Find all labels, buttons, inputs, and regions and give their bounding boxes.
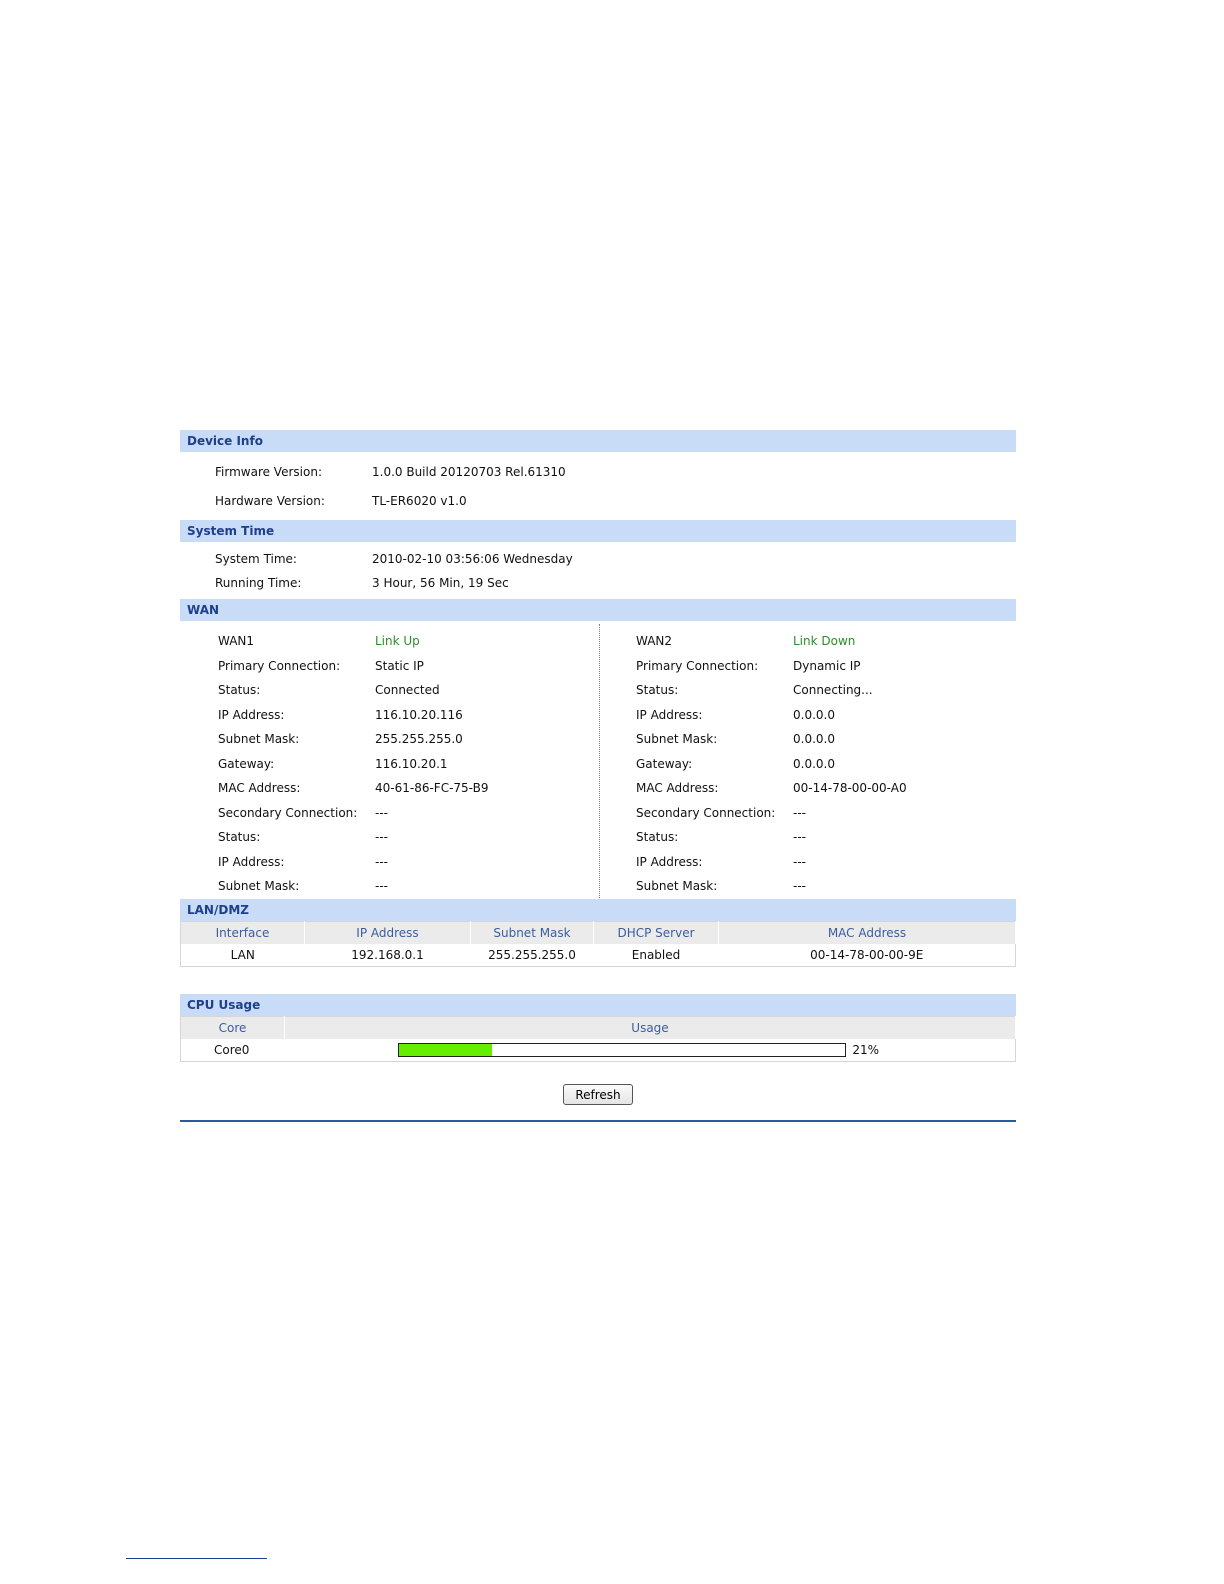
wan1-subnet-value: 255.255.255.0 [375,732,463,746]
wan1-gateway-value: 116.10.20.1 [375,757,448,771]
wan2-secondary-ip-label: IP Address: [636,855,703,869]
wan1-mac-value: 40-61-86-FC-75-B9 [375,781,489,795]
lan-dhcp-cell: Enabled [631,948,681,962]
wan1-secondary-subnet-value: --- [375,879,388,893]
device-info-header: Device Info [180,430,1016,452]
core-usage-cell: 21% [285,1039,1016,1062]
running-time-value: 3 Hour, 56 Min, 19 Sec [372,576,509,590]
wan2-primary-connection-value: Dynamic IP [793,659,861,673]
col-subnet-mask: Subnet Mask [470,921,594,944]
col-core: Core [180,1016,285,1039]
wan2-label: WAN2 [636,634,673,648]
wan1-mac-label: MAC Address: [218,781,301,795]
col-interface: Interface [180,921,305,944]
wan2-mac-value: 00-14-78-00-00-A0 [793,781,907,795]
panel-bottom-rule [180,1120,1016,1122]
firmware-version-label: Firmware Version: [215,465,322,479]
wan1-secondary-ip-label: IP Address: [218,855,285,869]
hardware-version-label: Hardware Version: [215,494,325,508]
table-row: LAN 192.168.0.1 255.255.255.0 Enabled 00… [181,944,1016,967]
wan2-status-value: Connecting... [793,683,873,697]
wan2-primary-connection-label: Primary Connection: [636,659,759,673]
wan1-primary-connection-value: Static IP [375,659,424,673]
cpu-usage-bar [397,1043,846,1058]
wan2-ip-value: 0.0.0.0 [793,708,835,722]
wan2-link-status: Link Down [793,634,856,648]
firmware-version-value: 1.0.0 Build 20120703 Rel.61310 [372,465,566,479]
system-time-value: 2010-02-10 03:56:06 Wednesday [372,552,573,566]
wan1-subnet-label: Subnet Mask: [218,732,300,746]
lan-interface-cell: LAN [230,948,255,962]
wan1-gateway-label: Gateway: [218,757,275,771]
wan1-secondary-ip-value: --- [375,855,388,869]
wan2-ip-label: IP Address: [636,708,703,722]
refresh-button[interactable]: Refresh [563,1084,633,1105]
wan2-secondary-connection-label: Secondary Connection: [636,806,776,820]
lan-ip-cell: 192.168.0.1 [351,948,424,962]
footnote-separator [126,1558,267,1559]
wan1-secondary-subnet-label: Subnet Mask: [218,879,300,893]
system-time-label: System Time: [215,552,297,566]
wan2-subnet-label: Subnet Mask: [636,732,718,746]
wan-column-divider [599,624,600,898]
col-dhcp-server: DHCP Server [593,921,719,944]
wan-header: WAN [180,599,1016,621]
wan1-label: WAN1 [218,634,255,648]
wan2-subnet-value: 0.0.0.0 [793,732,835,746]
status-panel: Device Info Firmware Version: 1.0.0 Buil… [180,430,1016,1125]
cpu-usage-bar-fill [398,1044,493,1057]
table-header-row: Core Usage [180,1016,1016,1039]
cpu-usage-header: CPU Usage [180,994,1016,1016]
wan2-secondary-ip-value: --- [793,855,806,869]
running-time-label: Running Time: [215,576,302,590]
lan-dmz-table: Interface IP Address Subnet Mask DHCP Se… [180,921,1016,967]
wan2-secondary-status-label: Status: [636,830,679,844]
wan2-secondary-subnet-value: --- [793,879,806,893]
wan1-status-value: Connected [375,683,440,697]
wan2-status-label: Status: [636,683,679,697]
cpu-usage-table: Core Usage Core0 21% [180,1016,1016,1062]
wan2-secondary-status-value: --- [793,830,806,844]
wan2-mac-label: MAC Address: [636,781,719,795]
wan2-secondary-subnet-label: Subnet Mask: [636,879,718,893]
col-ip-address: IP Address [304,921,471,944]
table-row: Core0 21% [181,1039,1016,1062]
lan-mac-cell: 00-14-78-00-00-9E [810,948,924,962]
wan1-status-label: Status: [218,683,261,697]
hardware-version-value: TL-ER6020 v1.0 [372,494,467,508]
lan-subnet-cell: 255.255.255.0 [488,948,576,962]
wan1-secondary-connection-value: --- [375,806,388,820]
wan1-ip-value: 116.10.20.116 [375,708,463,722]
wan1-primary-connection-label: Primary Connection: [218,659,341,673]
wan1-secondary-status-value: --- [375,830,388,844]
table-header-row: Interface IP Address Subnet Mask DHCP Se… [180,921,1016,944]
col-mac-address: MAC Address [718,921,1016,944]
wan1-secondary-connection-label: Secondary Connection: [218,806,358,820]
wan1-link-status: Link Up [375,634,420,648]
lan-dmz-header: LAN/DMZ [180,899,1016,921]
cpu-usage-percent: 21% [852,1043,879,1058]
core-name-cell: Core0 [214,1043,250,1057]
wan2-gateway-value: 0.0.0.0 [793,757,835,771]
col-usage: Usage [284,1016,1016,1039]
system-time-header: System Time [180,520,1016,542]
wan1-ip-label: IP Address: [218,708,285,722]
wan1-secondary-status-label: Status: [218,830,261,844]
wan2-secondary-connection-value: --- [793,806,806,820]
wan2-gateway-label: Gateway: [636,757,693,771]
